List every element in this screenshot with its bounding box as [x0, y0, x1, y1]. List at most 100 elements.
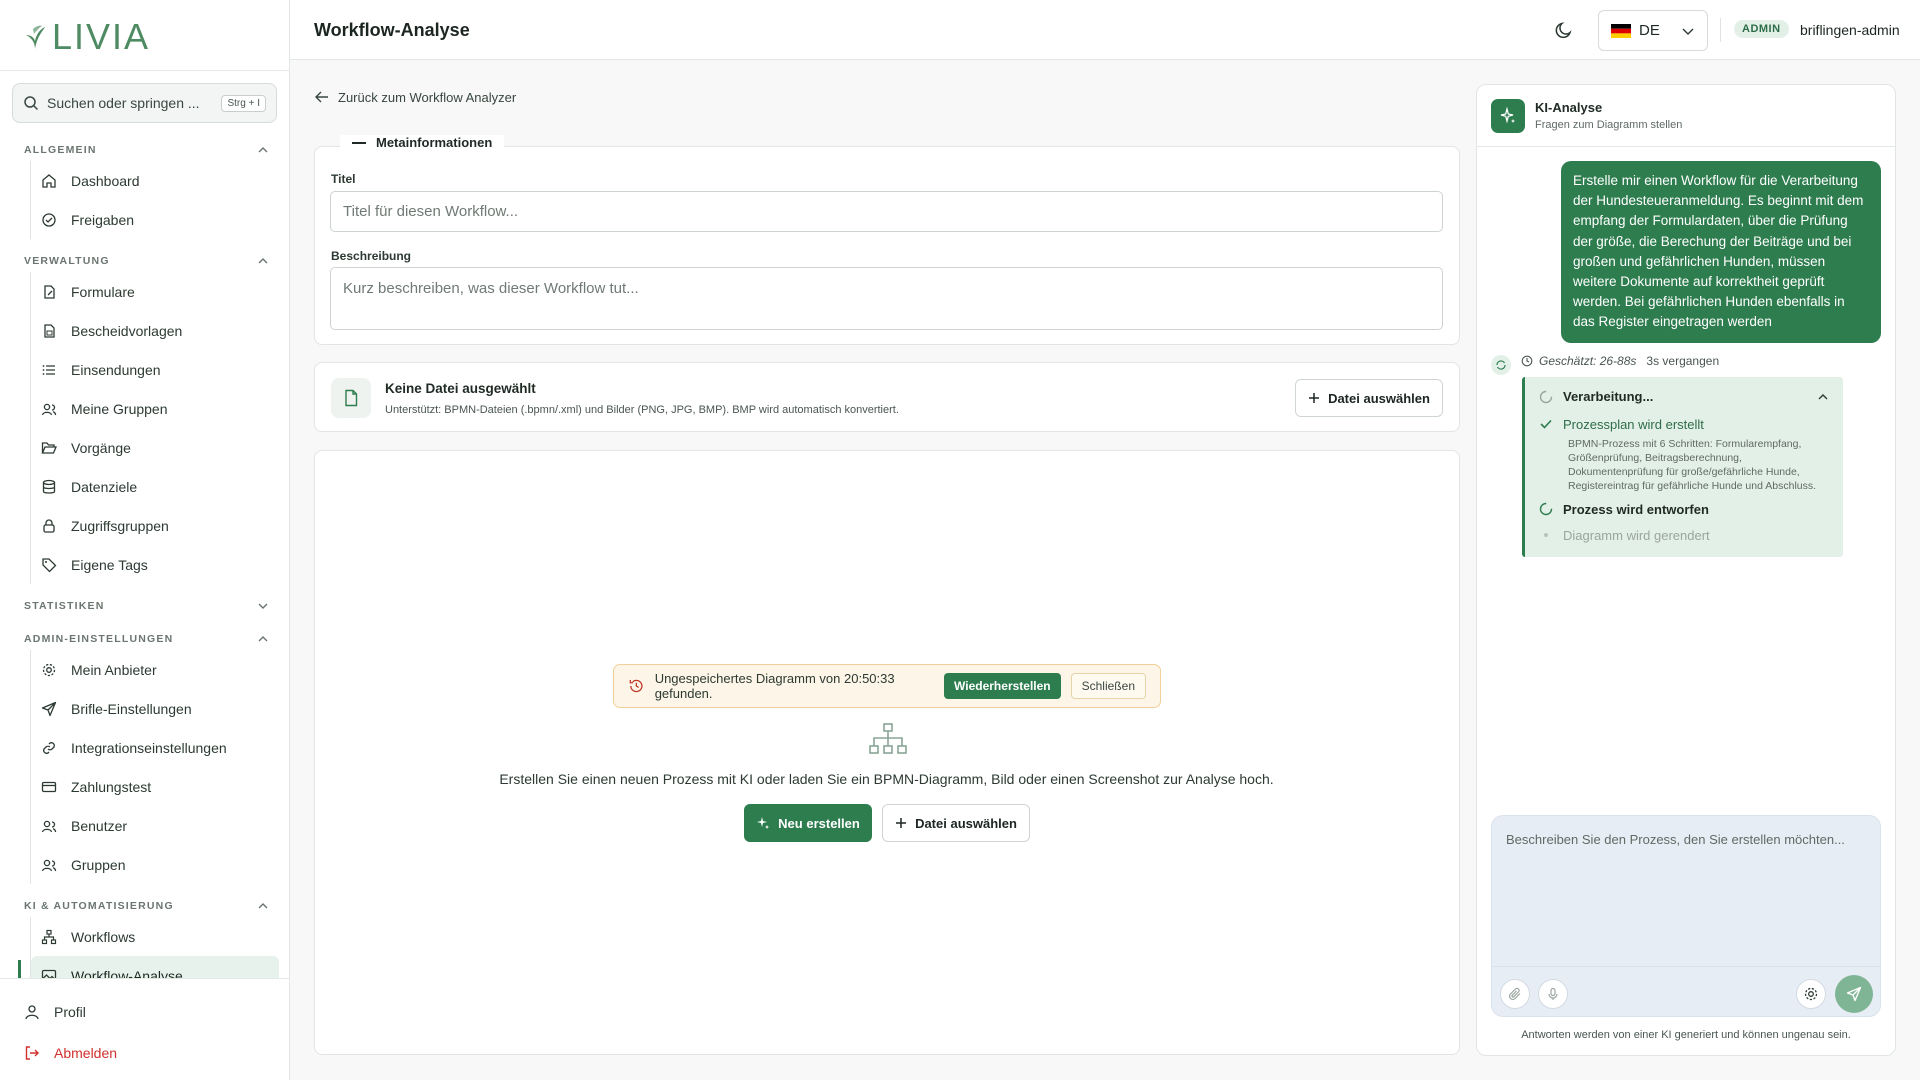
section-header-statistiken[interactable]: STATISTIKEN — [24, 600, 269, 612]
sidebar-item-meine-gruppen[interactable]: Meine Gruppen — [31, 389, 279, 428]
sidebar-item-zugriffsgruppen[interactable]: Zugriffsgruppen — [31, 506, 279, 545]
attach-button[interactable] — [1500, 979, 1530, 1009]
sidebar-item-datenziele[interactable]: Datenziele — [31, 467, 279, 506]
send-button[interactable] — [1835, 975, 1873, 1013]
role-badge: ADMIN — [1734, 20, 1789, 38]
ai-avatar — [1491, 355, 1511, 375]
section-header-ki-automatisierung[interactable]: KI & AUTOMATISIERUNG — [24, 900, 269, 912]
sidebar-item-label: Formulare — [71, 283, 135, 300]
divider — [1720, 18, 1721, 42]
create-new-button[interactable]: Neu erstellen — [744, 804, 872, 842]
users-icon — [41, 859, 57, 871]
settings-button[interactable] — [1796, 979, 1826, 1009]
section-header-allgemein[interactable]: ALLGEMEIN — [24, 144, 269, 156]
check-circle-icon — [42, 212, 56, 227]
credit-card-icon — [41, 781, 57, 792]
sidebar-item-dashboard[interactable]: Dashboard — [31, 161, 279, 200]
user-message: Erstelle mir einen Workflow für die Vera… — [1561, 161, 1881, 343]
search-shortcut: Strg + I — [221, 94, 266, 112]
plus-icon — [896, 818, 907, 828]
section-header-verwaltung[interactable]: VERWALTUNG — [24, 255, 269, 267]
microphone-button[interactable] — [1538, 979, 1568, 1009]
sidebar-item-vorgaenge[interactable]: Vorgänge — [31, 428, 279, 467]
users-icon — [41, 820, 57, 832]
title-input[interactable]: Titel für diesen Workflow... — [330, 191, 1443, 232]
sidebar-item-gruppen[interactable]: Gruppen — [31, 845, 279, 884]
file-edit-icon — [44, 284, 55, 299]
sidebar-item-profil[interactable]: Profil — [24, 1004, 86, 1020]
sidebar-item-freigaben[interactable]: Freigaben — [31, 200, 279, 239]
select-file-button-canvas[interactable]: Datei auswählen — [882, 804, 1030, 842]
logout-button[interactable]: Abmelden — [24, 1045, 117, 1061]
divider — [1492, 966, 1880, 967]
file-template-icon — [44, 323, 55, 338]
restore-button[interactable]: Wiederherstellen — [944, 673, 1061, 699]
search-box[interactable]: Suchen oder springen ... Strg + I — [12, 83, 277, 123]
hierarchy-icon — [869, 723, 907, 755]
file-icon-box — [331, 378, 371, 418]
top-bar: Workflow-Analyse DE ADMIN briflingen-adm… — [290, 0, 1920, 60]
list-icon — [42, 364, 55, 375]
select-file-label: Datei auswählen — [1328, 390, 1430, 406]
back-link[interactable]: Zurück zum Workflow Analyzer — [314, 89, 516, 105]
sidebar-item-workflows[interactable]: Workflows — [31, 917, 279, 956]
nav-group-admin-einstellungen: Mein Anbieter Brifle-Einstellungen Integ… — [30, 650, 279, 884]
ai-panel-subtitle: Fragen zum Diagramm stellen — [1535, 119, 1683, 131]
users-icon — [41, 403, 57, 415]
section-header-admin-einstellungen[interactable]: ADMIN-EINSTELLUNGEN — [24, 633, 269, 645]
banner-text: Ungespeichertes Diagramm von 20:50:33 ge… — [654, 671, 895, 701]
sidebar-item-label: Meine Gruppen — [71, 400, 168, 417]
image-icon — [41, 969, 57, 978]
page-title: Workflow-Analyse — [314, 20, 470, 40]
paperclip-icon — [1508, 987, 1521, 1001]
moon-icon — [1555, 22, 1572, 39]
sidebar-item-benutzer[interactable]: Benutzer — [31, 806, 279, 845]
sidebar-item-label: Workflow-Analyse — [71, 967, 183, 979]
history-icon — [629, 679, 643, 693]
description-input[interactable]: Kurz beschreiben, was dieser Workflow tu… — [330, 267, 1443, 330]
dismiss-button[interactable]: Schließen — [1070, 673, 1146, 699]
back-link-label: Zurück zum Workflow Analyzer — [338, 89, 517, 105]
sidebar-item-label: Vorgänge — [71, 439, 131, 456]
sidebar-item-label: Integrationseinstellungen — [71, 739, 227, 756]
gear-icon — [1804, 987, 1818, 1001]
sidebar-item-eigene-tags[interactable]: Eigene Tags — [31, 545, 279, 584]
processing-header[interactable]: Verarbeitung... — [1539, 389, 1653, 404]
spinner-icon — [1539, 390, 1553, 403]
arrow-left-icon — [315, 91, 328, 103]
folder-open-icon — [41, 441, 57, 454]
chevron-up-icon[interactable] — [1817, 391, 1829, 403]
select-file-button[interactable]: Datei auswählen — [1295, 379, 1443, 417]
ai-analysis-panel: KI-Analyse Fragen zum Diagramm stellen E… — [1476, 84, 1896, 1056]
theme-toggle[interactable] — [1554, 20, 1574, 40]
file-status-title: Keine Datei ausgewählt — [385, 381, 536, 396]
chevron-down-icon — [258, 603, 268, 609]
check-icon — [1540, 419, 1552, 429]
sidebar-item-bescheidvorlagen[interactable]: Bescheidvorlagen — [31, 311, 279, 350]
sidebar-item-einsendungen[interactable]: Einsendungen — [31, 350, 279, 389]
nav-group-ki-automatisierung: Workflows Workflow-Analyse — [30, 917, 279, 978]
sidebar-item-label: Eigene Tags — [71, 556, 148, 573]
processing-box: Verarbeitung... Prozessplan wird erstell… — [1522, 377, 1843, 557]
dot-icon — [1544, 533, 1548, 537]
username[interactable]: briflingen-admin — [1800, 22, 1900, 38]
search-icon — [24, 96, 39, 111]
sidebar-item-mein-anbieter[interactable]: Mein Anbieter — [31, 650, 279, 689]
sidebar-item-zahlungstest[interactable]: Zahlungstest — [31, 767, 279, 806]
sidebar-item-integrationseinstellungen[interactable]: Integrationseinstellungen — [31, 728, 279, 767]
divider — [0, 70, 289, 71]
brand-logo[interactable]: LIVIA — [24, 16, 150, 57]
sidebar-item-label: Dashboard — [71, 172, 140, 189]
section-title: STATISTIKEN — [24, 600, 105, 612]
prompt-input[interactable]: Beschreiben Sie den Prozess, den Sie ers… — [1506, 832, 1845, 847]
sidebar-footer: Profil Abmelden — [0, 978, 289, 1061]
sidebar-item-label: Zahlungstest — [71, 778, 152, 795]
sidebar-item-brifle-einstellungen[interactable]: Brifle-Einstellungen — [31, 689, 279, 728]
sidebar-item-formulare[interactable]: Formulare — [31, 272, 279, 311]
profile-label: Profil — [54, 1004, 86, 1020]
sparkle-icon — [1500, 107, 1515, 124]
sidebar-item-label: Brifle-Einstellungen — [71, 700, 192, 717]
language-select[interactable]: DE — [1598, 10, 1708, 51]
chevron-up-icon — [258, 147, 268, 153]
sidebar-item-workflow-analyse[interactable]: Workflow-Analyse — [31, 956, 279, 978]
